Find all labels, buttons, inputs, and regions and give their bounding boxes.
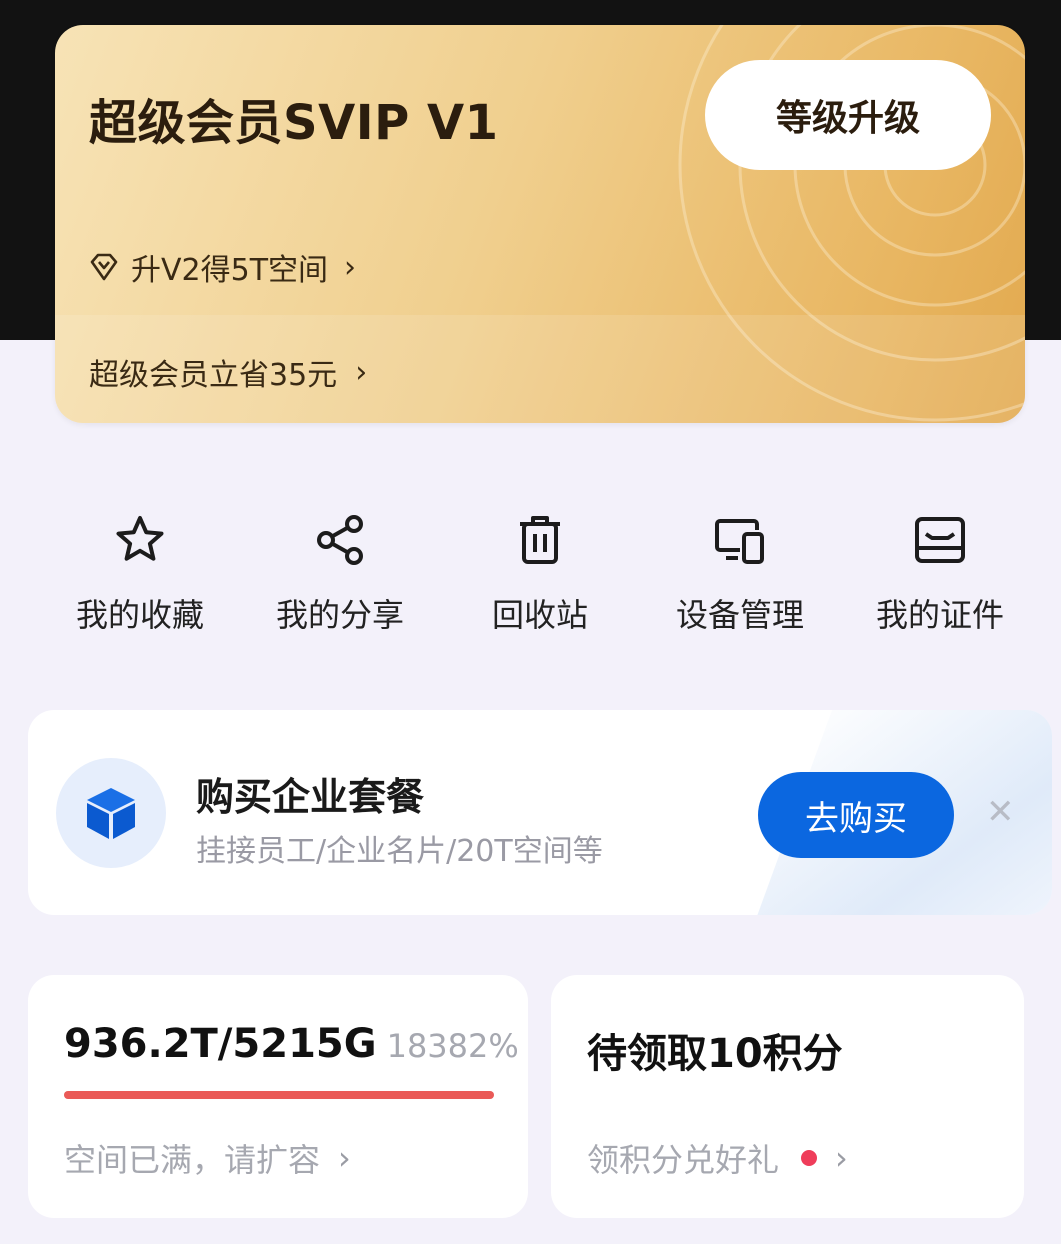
- shortcut-label: 回收站: [491, 596, 588, 634]
- points-title: 待领取10积分: [587, 1031, 843, 1077]
- save-offer-link[interactable]: 超级会员立省35元 ›: [89, 350, 367, 394]
- id-card-icon: [915, 517, 965, 563]
- diamond-icon: [90, 253, 118, 281]
- storage-progress-fill: [64, 1091, 494, 1099]
- close-icon[interactable]: ✕: [986, 792, 1015, 832]
- points-card[interactable]: 待领取10积分 领积分兑好礼 ›: [551, 975, 1024, 1218]
- shortcut-devices[interactable]: 设备管理: [640, 510, 840, 650]
- storage-usage: 936.2T/5215G 18382%: [64, 1021, 519, 1067]
- business-plan-card[interactable]: 购买企业套餐 挂接员工/企业名片/20T空间等 去购买 ✕: [28, 710, 1052, 915]
- promo-text: 升V2得5T空间: [131, 253, 329, 288]
- vip-membership-card[interactable]: 超级会员SVIP V1 等级升级 升V2得5T空间 › 超级会员立省35元 ›: [55, 25, 1025, 423]
- shortcut-label: 我的收藏: [75, 596, 204, 634]
- shortcut-favorites[interactable]: 我的收藏: [40, 510, 240, 650]
- upgrade-button[interactable]: 等级升级: [705, 60, 991, 170]
- chevron-right-icon: ›: [338, 1139, 351, 1177]
- devices-icon: [715, 519, 764, 564]
- points-link-text: 领积分兑好礼: [587, 1141, 780, 1179]
- business-icon-badge: [56, 758, 166, 868]
- shortcut-recycle-bin[interactable]: 回收站: [440, 510, 640, 650]
- save-text: 超级会员立省35元: [89, 358, 338, 393]
- star-icon: [116, 516, 164, 561]
- redeem-points-link[interactable]: 领积分兑好礼 ›: [587, 1135, 848, 1181]
- share-icon: [317, 515, 363, 565]
- storage-progress-bar: [64, 1091, 494, 1099]
- shortcut-documents[interactable]: 我的证件: [840, 510, 1040, 650]
- vip-title: 超级会员SVIP V1: [89, 95, 499, 151]
- chevron-right-icon: ›: [355, 354, 368, 390]
- shortcut-label: 我的证件: [875, 596, 1004, 634]
- trash-icon: [520, 516, 560, 564]
- upgrade-promo-link[interactable]: 升V2得5T空间 ›: [87, 245, 356, 289]
- shortcut-label: 设备管理: [675, 596, 804, 634]
- shortcut-label: 我的分享: [275, 596, 404, 634]
- chevron-right-icon: ›: [835, 1139, 848, 1177]
- storage-link-text: 空间已满，请扩容: [64, 1141, 321, 1179]
- notification-dot: [801, 1150, 818, 1166]
- chevron-right-icon: ›: [344, 249, 357, 285]
- shortcut-row: 我的收藏 我的分享 回收站 设备管理 我的证件: [40, 510, 1040, 650]
- buy-button[interactable]: 去购买: [758, 772, 954, 858]
- business-title: 购买企业套餐: [196, 775, 425, 819]
- storage-amount-text: 936.2T/5215G: [64, 1021, 377, 1067]
- cube-icon: [87, 788, 135, 839]
- shortcut-shares[interactable]: 我的分享: [240, 510, 440, 650]
- business-subtitle: 挂接员工/企业名片/20T空间等: [196, 834, 603, 869]
- storage-percent: 18382%: [386, 1027, 519, 1065]
- expand-storage-link[interactable]: 空间已满，请扩容 ›: [64, 1135, 351, 1181]
- storage-card[interactable]: 936.2T/5215G 18382% 空间已满，请扩容 ›: [28, 975, 528, 1218]
